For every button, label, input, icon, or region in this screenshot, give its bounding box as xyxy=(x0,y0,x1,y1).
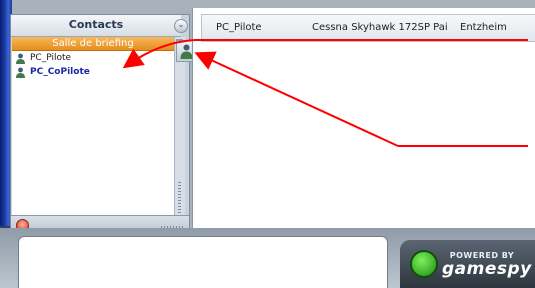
annotation-arrows xyxy=(122,39,528,147)
annotation-arrow xyxy=(122,39,196,69)
annotation-arrow xyxy=(194,51,399,147)
